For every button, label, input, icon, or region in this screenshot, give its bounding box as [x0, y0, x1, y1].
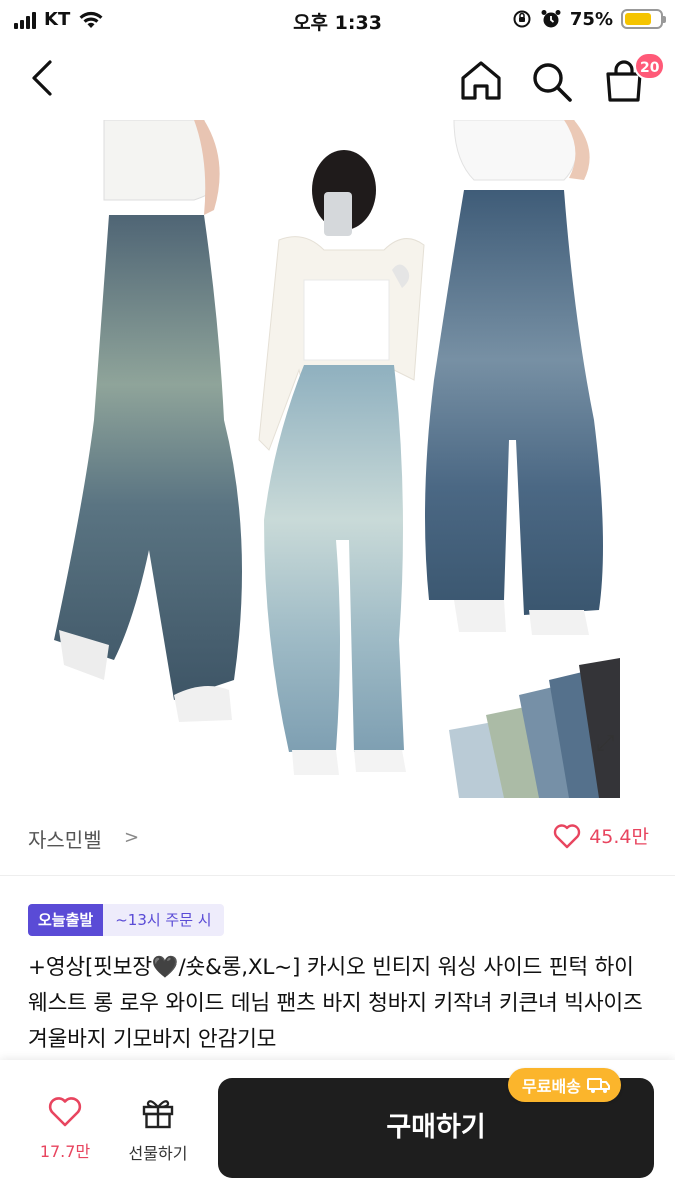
- battery-level: [625, 13, 651, 25]
- delivery-badges: 오늘출발 ~13시 주문 시: [28, 904, 224, 936]
- orientation-lock-icon: [513, 10, 531, 28]
- battery-percent: 75%: [569, 8, 613, 30]
- status-bar: KT 오후 1:33 75%: [0, 0, 675, 40]
- order-cutoff-badge: ~13시 주문 시: [103, 904, 224, 936]
- svg-text:⤢: ⤢: [596, 731, 614, 756]
- top-navigation: 20: [0, 44, 675, 116]
- bottom-action-bar: 17.7만 선물하기 구매하기 무료배송: [0, 1060, 675, 1200]
- cart-count-badge[interactable]: 20: [634, 52, 666, 80]
- store-like[interactable]: 45.4만: [553, 822, 649, 849]
- search-icon[interactable]: [528, 58, 574, 104]
- gift-button[interactable]: 선물하기: [118, 1096, 198, 1164]
- heart-icon[interactable]: [47, 1096, 83, 1128]
- store-name[interactable]: 자스민벨: [28, 824, 102, 853]
- store-like-count: 45.4만: [589, 826, 649, 848]
- store-row[interactable]: 자스민벨 > 45.4만: [0, 800, 675, 876]
- gift-label: 선물하기: [128, 1144, 188, 1163]
- today-dispatch-badge: 오늘출발: [28, 904, 104, 936]
- home-icon[interactable]: [458, 58, 504, 104]
- alarm-icon: [541, 10, 561, 28]
- heart-icon[interactable]: [553, 823, 581, 849]
- wishlist-count: 17.7만: [39, 1142, 91, 1161]
- chevron-right-icon[interactable]: >: [124, 827, 139, 848]
- product-photo: ⤢: [54, 120, 620, 798]
- product-image[interactable]: ⤢: [54, 120, 620, 798]
- wishlist-button[interactable]: 17.7만: [30, 1096, 100, 1162]
- product-title: +영상[핏보장🖤/숏&롱,XL~] 카시오 빈티지 워싱 사이드 핀턱 하이웨스…: [28, 955, 643, 1052]
- status-bar-right: 75%: [512, 8, 666, 30]
- battery-icon: [621, 9, 666, 29]
- chevron-left-icon[interactable]: [22, 56, 66, 100]
- gift-icon[interactable]: [140, 1096, 176, 1130]
- truck-icon: [586, 1078, 610, 1093]
- free-shipping-badge: 무료배송: [508, 1068, 621, 1102]
- free-shipping-label: 무료배송: [522, 1077, 581, 1096]
